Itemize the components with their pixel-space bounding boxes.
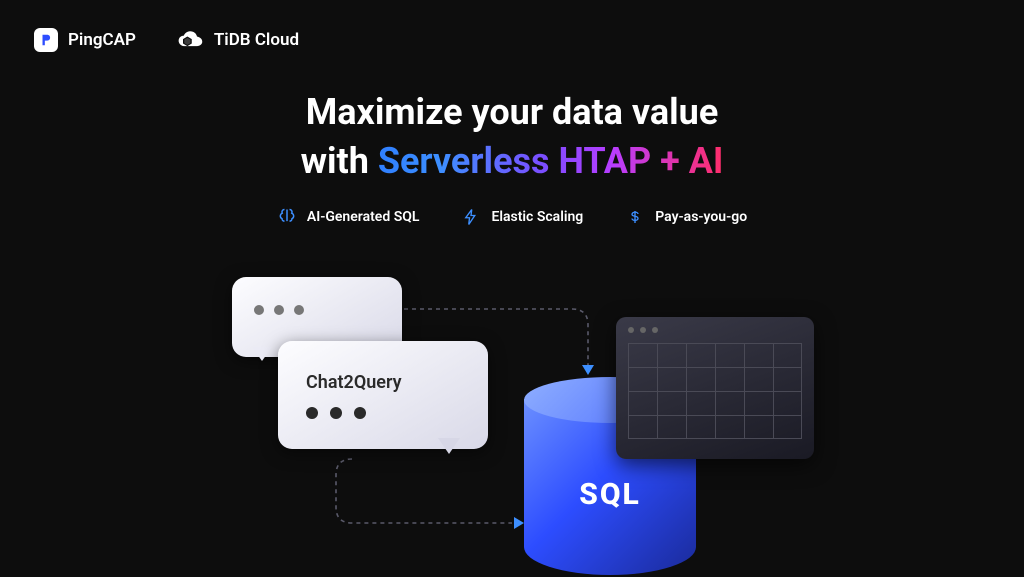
feature-elastic: Elastic Scaling xyxy=(461,207,583,227)
arrow-right-icon xyxy=(514,517,524,529)
headline-line2-prefix: with xyxy=(301,140,378,182)
arrow-down-icon xyxy=(582,365,594,375)
features-row: AI-Generated SQL Elastic Scaling Pay-as-… xyxy=(0,207,1024,227)
brand-pingcap: PingCAP xyxy=(34,28,136,52)
chat2query-label: Chat2Query xyxy=(306,372,488,393)
brand-tidb: TiDB Cloud xyxy=(176,28,299,52)
database-label: SQL xyxy=(524,477,696,512)
brand-tidb-label: TiDB Cloud xyxy=(214,30,299,50)
brain-icon xyxy=(277,207,297,227)
dollar-icon xyxy=(625,207,645,227)
diagram: Chat2Query SQL xyxy=(232,267,792,577)
headline-line1: Maximize your data value xyxy=(306,91,719,133)
feature-payg: Pay-as-you-go xyxy=(625,207,747,227)
lightning-icon xyxy=(461,207,481,227)
feature-payg-label: Pay-as-you-go xyxy=(655,209,747,225)
feature-elastic-label: Elastic Scaling xyxy=(491,209,583,225)
brand-pingcap-label: PingCAP xyxy=(68,30,136,50)
header: PingCAP TiDB Cloud xyxy=(0,0,1024,80)
data-table-window xyxy=(616,317,814,459)
tidb-cloud-icon xyxy=(176,28,204,52)
chat-bubble-large: Chat2Query xyxy=(278,341,488,449)
headline-gradient: Serverless HTAP + AI xyxy=(378,140,724,182)
feature-ai-sql: AI-Generated SQL xyxy=(277,207,420,227)
headline: Maximize your data value with Serverless… xyxy=(0,88,1024,185)
pingcap-logo-icon xyxy=(34,28,58,52)
feature-ai-sql-label: AI-Generated SQL xyxy=(307,209,420,225)
